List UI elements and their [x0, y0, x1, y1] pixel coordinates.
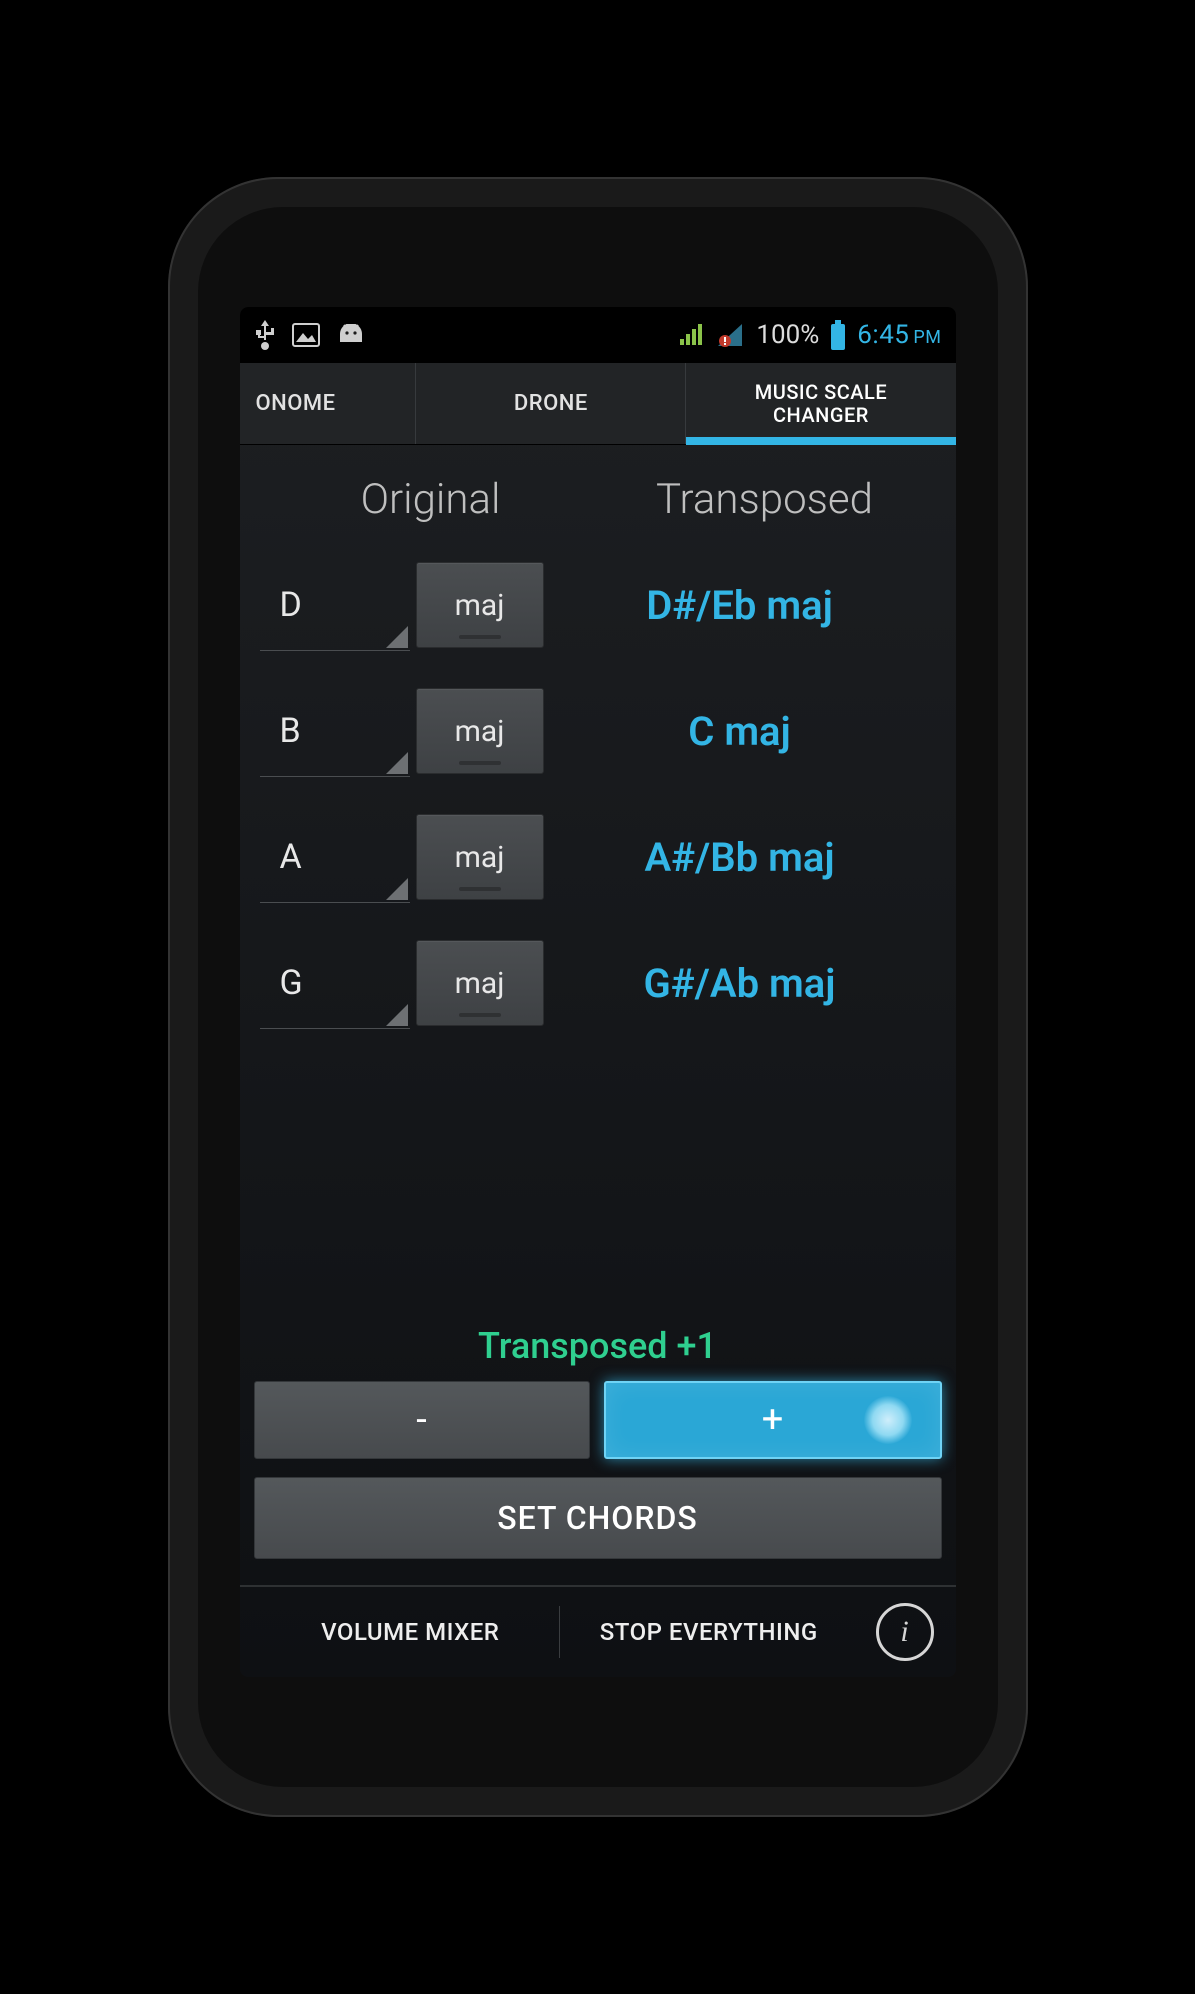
screen: 100% 6:45PM ONOME DRONE MUSIC SCALE CHAN	[240, 307, 956, 1677]
transposed-chord: C maj	[544, 708, 936, 755]
touch-ripple	[864, 1396, 912, 1444]
time-ampm: PM	[913, 327, 941, 348]
quality-value: maj	[455, 588, 505, 623]
tab-music-scale-changer[interactable]: MUSIC SCALE CHANGER	[685, 363, 955, 444]
set-chords-button[interactable]: SET CHORDS	[254, 1477, 942, 1559]
stop-everything-button[interactable]: STOP EVERYTHING	[559, 1606, 858, 1658]
status-bar: 100% 6:45PM	[240, 307, 956, 363]
tab-bar: ONOME DRONE MUSIC SCALE CHANGER	[240, 363, 956, 445]
chord-row: D maj D#/Eb maj	[260, 542, 936, 668]
action-label: VOLUME MIXER	[321, 1618, 499, 1646]
chord-row: B maj C maj	[260, 668, 936, 794]
picture-icon	[292, 323, 320, 347]
phone-frame: 100% 6:45PM ONOME DRONE MUSIC SCALE CHAN	[168, 177, 1028, 1817]
transpose-amount-label: Transposed +1	[240, 1325, 956, 1367]
quality-button[interactable]: maj	[416, 814, 544, 900]
note-value: A	[280, 837, 302, 877]
tab-metronome[interactable]: ONOME	[240, 363, 416, 444]
note-value: G	[280, 963, 303, 1003]
transpose-buttons: - +	[240, 1381, 956, 1477]
note-spinner[interactable]: B	[260, 685, 410, 777]
status-time: 6:45PM	[857, 320, 941, 350]
action-label: STOP EVERYTHING	[600, 1618, 818, 1646]
note-spinner[interactable]: D	[260, 559, 410, 651]
header-original: Original	[264, 475, 598, 524]
column-headers: Original Transposed	[240, 445, 956, 542]
transposed-chord: A#/Bb maj	[544, 834, 936, 881]
usb-icon	[254, 320, 276, 350]
signal-1-icon	[678, 323, 706, 347]
android-icon	[336, 324, 366, 346]
signal-2-no-data-icon	[716, 322, 746, 348]
tab-label: ONOME	[256, 391, 336, 416]
transposed-chord: G#/Ab maj	[544, 960, 936, 1007]
plus-label: +	[762, 1398, 784, 1442]
chord-row: G maj G#/Ab maj	[260, 920, 936, 1046]
header-transposed: Transposed	[598, 475, 932, 524]
chord-rows: D maj D#/Eb maj B maj C maj A maj A#/Bb …	[240, 542, 956, 1315]
note-spinner[interactable]: G	[260, 937, 410, 1029]
bottom-action-bar: VOLUME MIXER STOP EVERYTHING i	[240, 1585, 956, 1677]
volume-mixer-button[interactable]: VOLUME MIXER	[262, 1606, 560, 1658]
phone-bezel: 100% 6:45PM ONOME DRONE MUSIC SCALE CHAN	[198, 207, 998, 1787]
quality-button[interactable]: maj	[416, 562, 544, 648]
set-chords-label: SET CHORDS	[497, 1499, 698, 1537]
quality-button[interactable]: maj	[416, 688, 544, 774]
note-value: B	[280, 711, 301, 751]
time-value: 6:45	[857, 320, 909, 350]
transpose-minus-button[interactable]: -	[254, 1381, 590, 1459]
quality-value: maj	[455, 966, 505, 1001]
tab-label: MUSIC SCALE CHANGER	[755, 381, 887, 427]
battery-icon	[829, 320, 847, 350]
minus-label: -	[416, 1398, 427, 1442]
quality-button[interactable]: maj	[416, 940, 544, 1026]
note-value: D	[280, 585, 302, 625]
transpose-plus-button[interactable]: +	[604, 1381, 942, 1459]
quality-value: maj	[455, 714, 505, 749]
battery-percent: 100%	[756, 320, 819, 350]
note-spinner[interactable]: A	[260, 811, 410, 903]
tab-label: DRONE	[514, 391, 588, 416]
tab-drone[interactable]: DRONE	[415, 363, 685, 444]
info-icon[interactable]: i	[876, 1603, 934, 1661]
chord-row: A maj A#/Bb maj	[260, 794, 936, 920]
quality-value: maj	[455, 840, 505, 875]
transposed-chord: D#/Eb maj	[544, 582, 936, 629]
